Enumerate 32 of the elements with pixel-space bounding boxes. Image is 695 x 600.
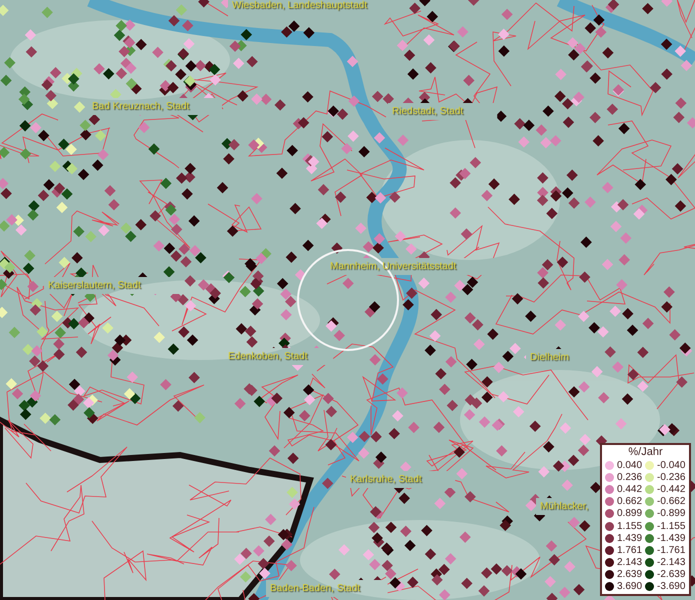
legend-value: -0.040 xyxy=(657,460,686,471)
city-label: Wiesbaden, Landeshauptstadt xyxy=(232,0,368,11)
legend-value: -3.690 xyxy=(657,581,686,592)
legend-value: 1.439 xyxy=(617,532,642,544)
legend-value: -0.899 xyxy=(657,508,686,520)
legend-title: %/Jahr xyxy=(627,446,664,459)
legend-value: -1.155 xyxy=(657,520,686,532)
legend-value: 0.236 xyxy=(617,472,642,483)
city-label: Karlsruhe, Stadt xyxy=(350,474,422,485)
legend-value: -2.143 xyxy=(657,557,686,568)
legend-value: -1.439 xyxy=(657,532,686,544)
legend-value: 0.442 xyxy=(617,484,642,495)
legend-value: 3.690 xyxy=(617,581,642,592)
legend-value: 1.761 xyxy=(617,544,642,556)
city-label: Mühlacker, xyxy=(540,501,588,512)
legend-value: 2.639 xyxy=(617,569,642,580)
legend-value: -2.639 xyxy=(657,569,686,580)
legend-value: -0.236 xyxy=(657,472,686,483)
legend-value: -0.662 xyxy=(657,496,686,508)
city-label: Baden-Baden, Stadt xyxy=(270,583,360,594)
city-label: Bad Kreuznach, Stadt xyxy=(92,101,190,112)
city-label: Dielheim xyxy=(530,352,569,363)
legend-value: -1.761 xyxy=(657,544,686,556)
legend-value: 1.155 xyxy=(617,520,642,532)
legend-value: 0.662 xyxy=(617,496,642,508)
city-label: Edenkoben, Stadt xyxy=(228,351,308,362)
legend-value: 0.899 xyxy=(617,508,642,520)
city-label: Kaiserslautern, Stadt xyxy=(48,280,141,291)
legend-value: 2.143 xyxy=(617,557,642,568)
city-label: Riedstadt, Stadt xyxy=(392,106,464,117)
legend-value: 0.040 xyxy=(617,460,642,471)
legend-value: -0.442 xyxy=(657,484,686,495)
